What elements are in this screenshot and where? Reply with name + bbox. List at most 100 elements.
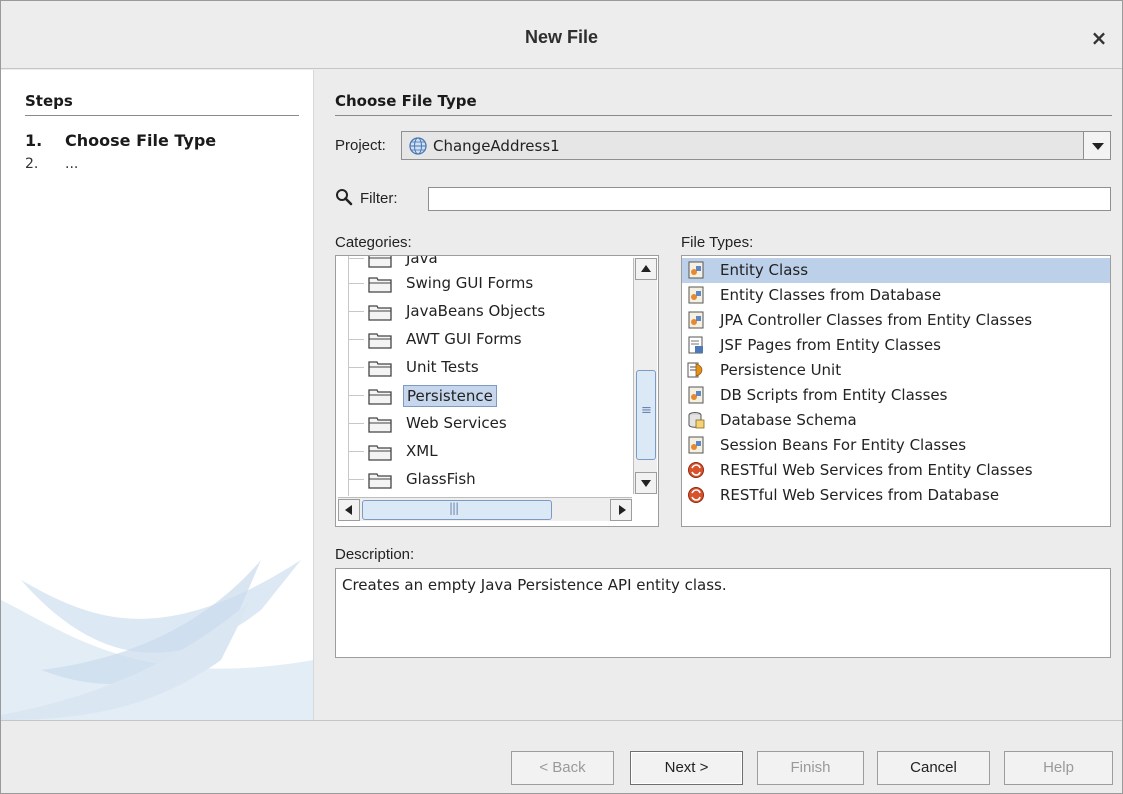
- list-item[interactable]: JSF Pages from Entity Classes: [682, 333, 1110, 358]
- tree-item-label: XML: [406, 442, 438, 460]
- section-heading: Choose File Type: [335, 92, 1112, 116]
- tree-connector: [348, 451, 364, 452]
- tree-connector: [348, 339, 364, 340]
- list-item-label: RESTful Web Services from Database: [720, 486, 1000, 504]
- tree-connector: [348, 395, 364, 396]
- next-button[interactable]: Next >: [630, 751, 743, 785]
- step-label: ...: [65, 156, 79, 172]
- list-item-label: Database Schema: [720, 411, 857, 429]
- vertical-scrollbar[interactable]: [633, 258, 657, 494]
- list-item[interactable]: Persistence Unit: [682, 358, 1110, 383]
- scroll-right-icon[interactable]: [610, 499, 632, 521]
- dialog-title: New File: [524, 27, 599, 47]
- tree-item-label: GlassFish: [406, 470, 476, 488]
- tree-connector: [348, 258, 364, 259]
- folder-icon: [368, 333, 392, 349]
- decorative-swoosh-image: [1, 560, 313, 720]
- chevron-down-icon[interactable]: [1083, 132, 1110, 159]
- tree-item-label: Persistence: [403, 385, 497, 407]
- search-icon: [336, 189, 353, 206]
- persistence-unit-icon: [687, 362, 703, 378]
- categories-tree[interactable]: Java Swing GUI Forms JavaBeans Objects A…: [335, 255, 659, 527]
- categories-label: Categories:: [335, 234, 412, 251]
- tree-item[interactable]: AWT GUI Forms: [336, 327, 626, 353]
- list-item[interactable]: DB Scripts from Entity Classes: [682, 383, 1110, 408]
- filter-label: Filter:: [360, 190, 398, 207]
- list-item[interactable]: RESTful Web Services from Database: [682, 483, 1110, 508]
- file-types-list[interactable]: Entity Class Entity Classes from Databas…: [681, 255, 1111, 527]
- list-item[interactable]: JPA Controller Classes from Entity Class…: [682, 308, 1110, 333]
- list-item-label: Entity Class: [720, 261, 809, 279]
- list-item-label: JSF Pages from Entity Classes: [720, 336, 941, 354]
- list-item[interactable]: Entity Class: [682, 258, 1110, 283]
- new-file-dialog: New File × Steps 1. Choose File Type 2...…: [0, 0, 1123, 794]
- horizontal-scroll-thumb[interactable]: [362, 500, 552, 520]
- project-value: ChangeAddress1: [433, 137, 560, 155]
- horizontal-scrollbar[interactable]: [338, 497, 632, 521]
- rest-service-icon: [688, 462, 704, 478]
- scroll-up-icon[interactable]: [635, 258, 657, 280]
- tree-connector: [348, 479, 364, 480]
- entity-class-icon: [688, 386, 704, 404]
- tree-item[interactable]: Java: [336, 255, 626, 272]
- tree-item[interactable]: GlassFish: [336, 467, 626, 493]
- entity-class-icon: [688, 286, 704, 304]
- folder-icon: [368, 445, 392, 461]
- list-item-label: RESTful Web Services from Entity Classes: [720, 461, 1033, 479]
- tree-item[interactable]: JavaBeans Objects: [336, 299, 626, 325]
- entity-class-icon: [688, 261, 704, 279]
- tree-item-label: Unit Tests: [406, 358, 479, 376]
- description-label: Description:: [335, 546, 415, 563]
- tree-item[interactable]: Web Services: [336, 411, 626, 437]
- tree-item-label: Java: [406, 255, 438, 267]
- tree-item-label: JavaBeans Objects: [406, 302, 546, 320]
- step-item-1: 1. Choose File Type: [25, 131, 216, 150]
- step-number: 2.: [25, 156, 39, 172]
- rest-service-icon: [688, 487, 704, 503]
- list-item[interactable]: RESTful Web Services from Entity Classes: [682, 458, 1110, 483]
- folder-icon: [368, 305, 392, 321]
- list-item[interactable]: Database Schema: [682, 408, 1110, 433]
- list-item-label: Entity Classes from Database: [720, 286, 942, 304]
- back-button[interactable]: < Back: [511, 751, 614, 785]
- tree-connector: [348, 423, 364, 424]
- title-bar: New File ×: [1, 1, 1122, 69]
- help-button[interactable]: Help: [1004, 751, 1113, 785]
- button-bar: < Back Next > Finish Cancel Help: [1, 720, 1122, 793]
- tree-item-label: Web Services: [406, 414, 507, 432]
- cancel-button[interactable]: Cancel: [877, 751, 990, 785]
- scroll-left-icon[interactable]: [338, 499, 360, 521]
- tree-item[interactable]: Unit Tests: [336, 355, 626, 381]
- scroll-down-icon[interactable]: [635, 472, 657, 494]
- vertical-scroll-thumb[interactable]: [636, 370, 656, 460]
- tree-connector: [348, 367, 364, 368]
- steps-panel: Steps 1. Choose File Type 2....: [1, 70, 314, 720]
- list-item-label: Session Beans For Entity Classes: [720, 436, 967, 454]
- tree-item[interactable]: XML: [336, 439, 626, 465]
- finish-button[interactable]: Finish: [757, 751, 864, 785]
- jsf-page-icon: [688, 336, 703, 354]
- main-panel: Choose File Type Project: ChangeAddress1…: [315, 70, 1122, 720]
- filter-input[interactable]: [428, 187, 1111, 211]
- step-number: 1.: [25, 131, 43, 150]
- database-schema-icon: [688, 412, 705, 429]
- close-icon[interactable]: ×: [1088, 27, 1110, 49]
- tree-connector: [348, 283, 364, 284]
- tree-item-selected[interactable]: Persistence: [336, 383, 626, 409]
- list-item-label: Persistence Unit: [720, 361, 842, 379]
- project-combobox[interactable]: ChangeAddress1: [401, 131, 1111, 160]
- folder-icon: [368, 361, 392, 377]
- description-text: Creates an empty Java Persistence API en…: [335, 568, 1111, 658]
- tree-connector: [348, 311, 364, 312]
- tree-item-label: AWT GUI Forms: [406, 330, 522, 348]
- list-item[interactable]: Session Beans For Entity Classes: [682, 433, 1110, 458]
- tree-item[interactable]: Swing GUI Forms: [336, 271, 626, 297]
- globe-icon: [409, 137, 427, 155]
- steps-heading: Steps: [25, 92, 299, 116]
- list-item-label: JPA Controller Classes from Entity Class…: [720, 311, 1033, 329]
- list-item-label: DB Scripts from Entity Classes: [720, 386, 948, 404]
- step-item-2: 2....: [25, 156, 78, 172]
- file-types-label: File Types:: [681, 234, 754, 251]
- list-item[interactable]: Entity Classes from Database: [682, 283, 1110, 308]
- tree-item-label: Swing GUI Forms: [406, 274, 534, 292]
